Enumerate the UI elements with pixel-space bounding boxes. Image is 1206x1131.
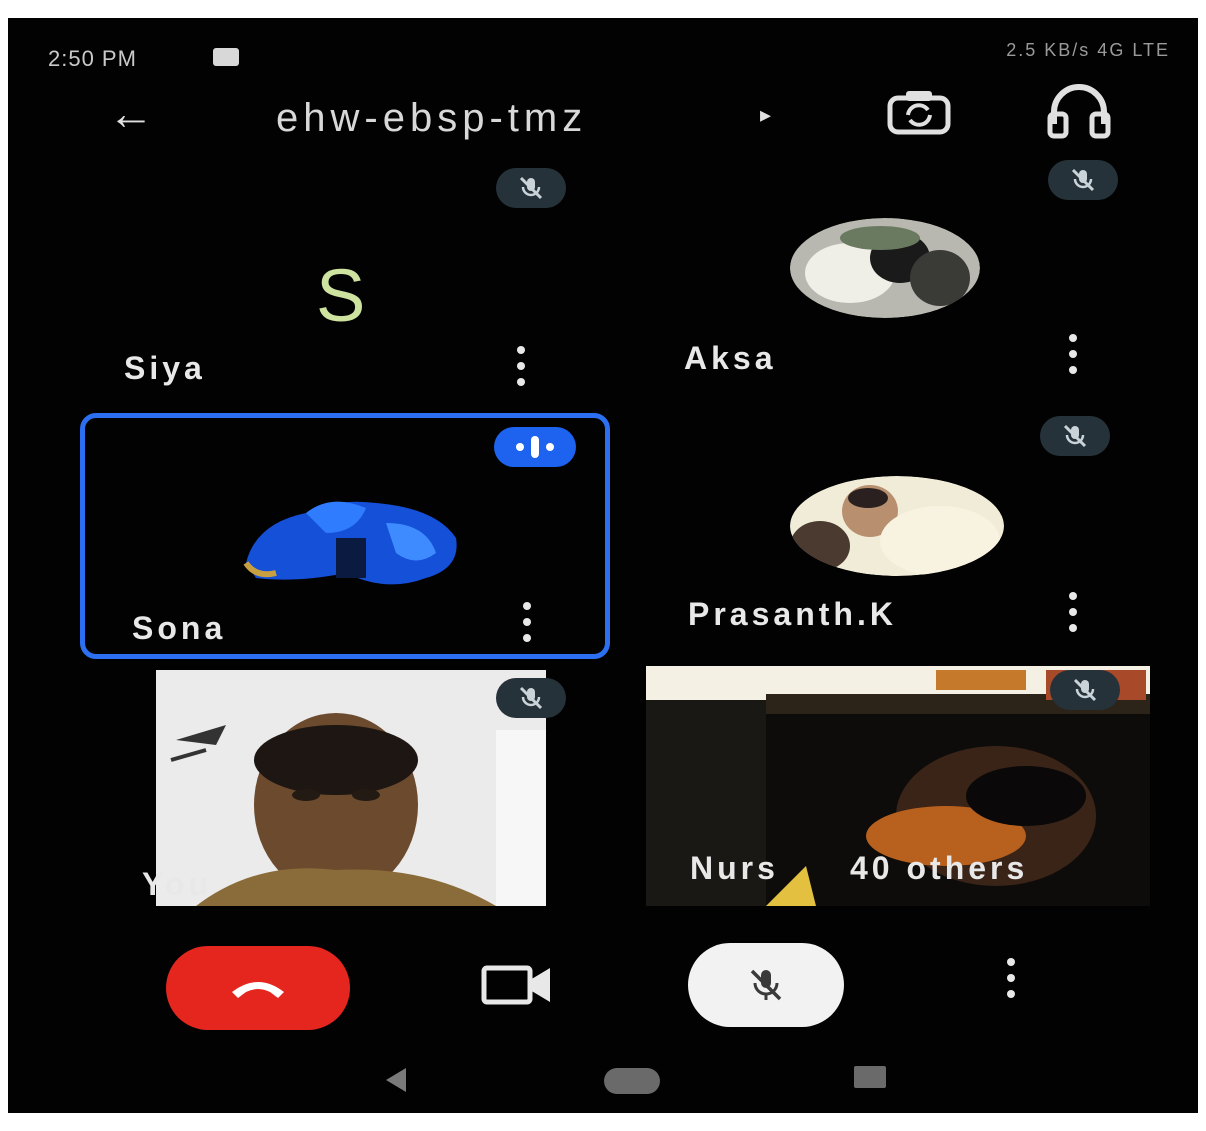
nav-back-icon[interactable] — [386, 1068, 406, 1092]
others-count[interactable]: 40 others — [850, 850, 1028, 887]
avatar — [243, 501, 457, 585]
back-arrow-icon[interactable]: ← — [108, 90, 154, 136]
headphones-icon[interactable] — [1044, 84, 1114, 140]
end-call-button[interactable] — [166, 946, 350, 1030]
avatar — [790, 218, 980, 318]
meet-call-screen: 2:50 PM 2.5 KB/s 4G LTE ← ehw-ebsp-tmz ▸… — [8, 18, 1198, 1113]
self-video-tile[interactable] — [156, 670, 546, 906]
meeting-info-caret-icon[interactable]: ▸ — [760, 102, 771, 128]
participant-name: Siya — [124, 350, 206, 386]
participant-name: Sona — [132, 610, 227, 646]
mic-off-icon — [496, 678, 566, 718]
speaking-indicator-icon — [494, 427, 576, 467]
switch-camera-icon[interactable] — [884, 88, 954, 138]
participant-options-icon[interactable] — [1068, 592, 1078, 632]
participant-options-icon[interactable] — [516, 346, 526, 386]
video-camera-icon[interactable] — [478, 958, 558, 1012]
meeting-code[interactable]: ehw-ebsp-tmz — [276, 96, 587, 141]
more-options-icon[interactable] — [1004, 958, 1018, 998]
end-call-icon — [232, 982, 284, 998]
participant-name: You — [142, 866, 213, 902]
participant-options-icon[interactable] — [1068, 334, 1078, 374]
self-video-feed — [156, 670, 546, 906]
status-time: 2:50 PM — [48, 46, 137, 71]
mic-off-icon — [1050, 670, 1120, 710]
avatar-initial: S — [316, 254, 366, 337]
mic-off-icon — [496, 168, 566, 208]
participant-name: Prasanth.K — [688, 596, 897, 632]
nav-home-icon[interactable] — [604, 1068, 660, 1094]
participant-options-icon[interactable] — [522, 602, 532, 642]
notification-icon — [213, 48, 239, 66]
participant-name: Aksa — [684, 340, 777, 376]
mic-off-icon — [1048, 160, 1118, 200]
status-indicators: 2.5 KB/s 4G LTE — [1006, 40, 1170, 60]
mic-off-icon — [750, 969, 782, 1001]
avatar — [790, 476, 1004, 576]
nav-recents-icon[interactable] — [854, 1066, 886, 1088]
mic-off-icon — [1040, 416, 1110, 456]
participant-name: Nurs — [690, 850, 779, 886]
mic-toggle-button[interactable] — [688, 943, 844, 1027]
